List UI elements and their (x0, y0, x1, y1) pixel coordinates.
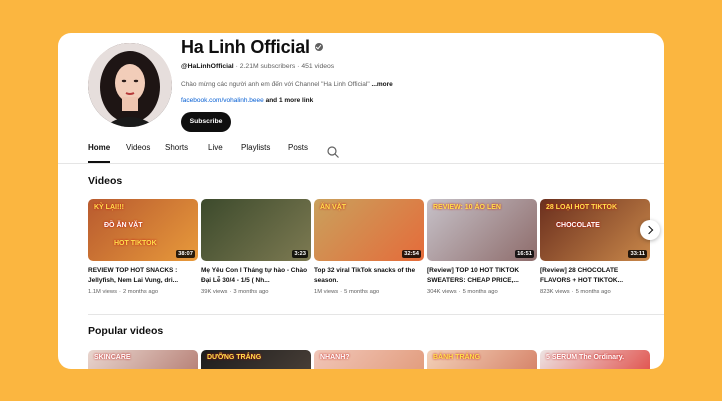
thumbnail-overlay-text: ĐỒ ĂN VẶT (104, 222, 143, 229)
thumbnail-overlay-text: CHOCOLATE (556, 222, 600, 229)
facebook-link[interactable]: facebook.com/vohalinh.beee (181, 97, 264, 104)
video-age: 5 months ago (344, 289, 380, 295)
video-meta: 39K views · 3 months ago (201, 289, 311, 295)
thumbnail-overlay-text: 28 LOẠI HOT TIKTOK (546, 204, 618, 211)
channel-links: facebook.com/vohalinh.beee and 1 more li… (181, 97, 313, 104)
meta-separator: · (229, 289, 232, 295)
video-duration: 38:07 (176, 250, 195, 258)
thumbnail-overlay-text: DƯỠNG TRẮNG (207, 354, 262, 361)
video-thumbnail[interactable]: REVIEW: 10 ÁO LEN 16:51 (427, 199, 537, 261)
tab-posts[interactable]: Posts (288, 143, 308, 163)
popular-video-thumbnail[interactable]: DƯỠNG TRẮNG (201, 350, 311, 369)
channel-handle: @HaLinhOfficial (181, 63, 234, 70)
popular-section-title[interactable]: Popular videos (88, 325, 163, 337)
video-count: 451 videos (301, 63, 335, 70)
popular-video-thumbnail[interactable]: SKINCARE (88, 350, 198, 369)
video-title[interactable]: [Review] TOP 10 HOT TIKTOK SWEATERS: CHE… (427, 266, 537, 286)
video-duration: 3:23 (292, 250, 308, 258)
channel-avatar[interactable] (88, 43, 172, 127)
video-title[interactable]: [Review] 28 CHOCOLATE FLAVORS + HOT TIKT… (540, 266, 650, 286)
subscribe-button[interactable]: Subscribe (181, 112, 231, 132)
video-views: 304K views (427, 289, 457, 295)
video-meta: 823K views · 5 months ago (540, 289, 650, 295)
video-title[interactable]: Mẹ Yêu Con l Tháng tự hào - Chào Đại Lễ … (201, 266, 311, 286)
tab-playlists[interactable]: Playlists (241, 143, 270, 163)
video-views: 39K views (201, 289, 228, 295)
video-thumbnail[interactable]: 3:23 (201, 199, 311, 261)
channel-meta: @HaLinhOfficial · 2.21M subscribers · 45… (181, 63, 334, 70)
search-icon[interactable] (326, 145, 340, 159)
description-more-link[interactable]: ...more (371, 81, 392, 88)
video-age: 2 months ago (122, 289, 159, 295)
channel-page: Ha Linh Official @HaLinhOfficial · 2.21M… (58, 33, 664, 369)
video-thumbnail[interactable]: ĂN VẶT 32:54 (314, 199, 424, 261)
popular-video-thumbnail[interactable]: 5 SERUM The Ordinary. (540, 350, 650, 369)
meta-separator: · (571, 289, 574, 295)
video-card[interactable]: REVIEW: 10 ÁO LEN 16:51 [Review] TOP 10 HO… (427, 199, 537, 295)
video-views: 1.1M views (88, 289, 117, 295)
videos-section-title[interactable]: Videos (88, 175, 122, 187)
more-links-link[interactable]: and 1 more link (266, 97, 314, 104)
thumbnail-overlay-text: REVIEW: 10 ÁO LEN (433, 204, 501, 211)
description-text: Chào mừng các người anh em đến với Chann… (181, 81, 370, 88)
video-duration: 16:51 (515, 250, 534, 258)
video-age: 5 months ago (575, 289, 611, 295)
video-thumbnail[interactable]: 28 LOẠI HOT TIKTOK CHOCOLATE 33:11 (540, 199, 650, 261)
meta-separator: · (235, 63, 238, 70)
thumbnail-overlay-text: SKINCARE (94, 354, 131, 361)
video-meta: 1.1M views · 2 months ago (88, 289, 198, 295)
video-meta: 304K views · 5 months ago (427, 289, 537, 295)
video-title[interactable]: REVIEW TOP HOT SNACKS : Jellyfish, Nem L… (88, 266, 198, 286)
tab-videos[interactable]: Videos (126, 143, 150, 163)
tab-shorts[interactable]: Shorts (165, 143, 188, 163)
video-duration: 32:54 (402, 250, 421, 258)
popular-video-thumbnail[interactable]: NHANH? (314, 350, 424, 369)
video-duration: 33:11 (628, 250, 647, 258)
subscriber-count: 2.21M subscribers (239, 63, 296, 70)
video-card[interactable]: 28 LOẠI HOT TIKTOK CHOCOLATE 33:11 [Review]… (540, 199, 650, 295)
tab-divider (58, 163, 664, 164)
video-card[interactable]: KỲ LẠI!!! ĐỒ ĂN VẶT HOT TIKTOK 38:07 REVIEW … (88, 199, 198, 295)
meta-separator: · (340, 289, 343, 295)
channel-description[interactable]: Chào mừng các người anh em đến với Chann… (181, 81, 393, 88)
thumbnail-overlay-text: NHANH? (320, 354, 350, 361)
section-divider (88, 314, 664, 315)
channel-name: Ha Linh Official (181, 37, 323, 58)
video-card[interactable]: ĂN VẶT 32:54 Top 32 viral TikTok snacks of… (314, 199, 424, 295)
video-thumbnail[interactable]: KỲ LẠI!!! ĐỒ ĂN VẶT HOT TIKTOK 38:07 (88, 199, 198, 261)
tab-live[interactable]: Live (208, 143, 223, 163)
popular-video-thumbnail[interactable]: BÁNH TRÁNG (427, 350, 537, 369)
tab-home[interactable]: Home (88, 143, 111, 163)
thumbnail-overlay-text: BÁNH TRÁNG (433, 354, 481, 361)
thumbnail-overlay-text: ĂN VẶT (320, 204, 347, 211)
video-card[interactable]: 3:23 Mẹ Yêu Con l Tháng tự hào - Chào Đại… (201, 199, 311, 295)
video-views: 823K views (540, 289, 570, 295)
video-views: 1M views (314, 289, 339, 295)
thumbnail-overlay-text: 5 SERUM The Ordinary. (546, 354, 625, 361)
video-title[interactable]: Top 32 viral TikTok snacks of the season… (314, 266, 424, 286)
thumbnail-overlay-text: KỲ LẠI!!! (94, 204, 124, 211)
video-meta: 1M views · 5 months ago (314, 289, 424, 295)
next-arrow-button[interactable] (640, 220, 660, 240)
meta-separator: · (297, 63, 300, 70)
meta-separator: · (119, 289, 121, 295)
thumbnail-overlay-text: HOT TIKTOK (114, 240, 157, 247)
verified-check-icon (314, 43, 323, 52)
video-age: 3 months ago (233, 289, 269, 295)
meta-separator: · (458, 289, 461, 295)
video-age: 5 months ago (462, 289, 498, 295)
